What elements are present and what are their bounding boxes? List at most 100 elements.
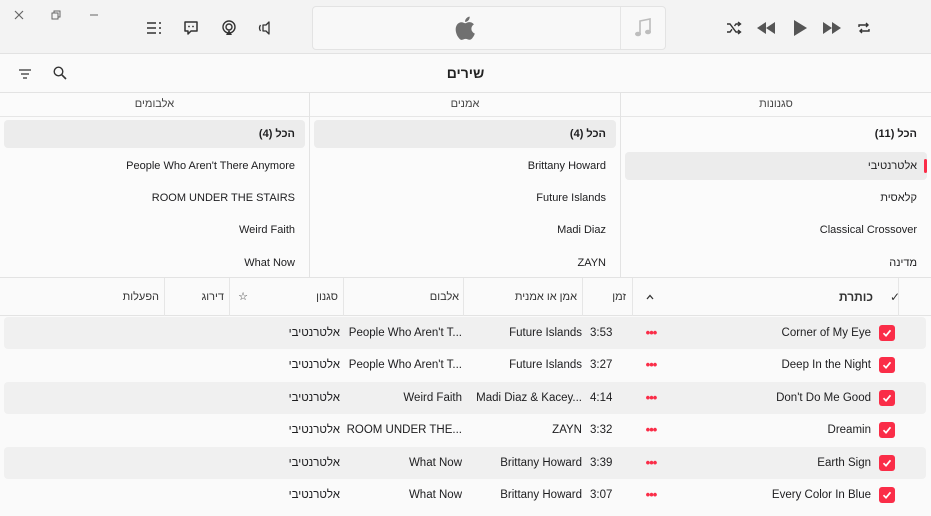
song-checkbox[interactable]	[879, 357, 895, 374]
genres-item-selected[interactable]: אלטרנטיבי	[625, 152, 927, 180]
column-divider	[632, 278, 633, 316]
column-header-title[interactable]: כותרת	[753, 278, 873, 316]
artists-item[interactable]: ZAYN	[314, 249, 616, 277]
song-title: Every Color In Blue	[771, 489, 871, 501]
airplay-icon[interactable]	[216, 15, 242, 41]
song-artist: Brittany Howard	[500, 456, 582, 469]
artists-item[interactable]: Brittany Howard	[314, 152, 616, 180]
song-checkbox[interactable]	[879, 487, 895, 503]
song-artist: Brittany Howard	[500, 489, 582, 501]
song-checkbox[interactable]	[879, 325, 895, 341]
albums-item[interactable]: ROOM UNDER THE STAIRS	[4, 184, 305, 212]
song-title: Corner of My Eye	[781, 327, 871, 339]
song-title: Dreamin	[827, 424, 871, 437]
next-track-icon[interactable]	[819, 15, 845, 41]
song-album: People Who Aren't T...	[348, 359, 462, 372]
more-options-icon[interactable]: •••	[642, 447, 660, 479]
shuffle-icon[interactable]	[721, 15, 747, 41]
songs-table-header: ✓ כותרת זמן אמן או אמנית אלבום סגנון ☆ ד…	[0, 278, 931, 316]
checkmark-icon	[882, 329, 892, 337]
lyrics-icon[interactable]	[178, 15, 204, 41]
column-divider	[582, 278, 583, 316]
song-artist: Future Islands	[509, 327, 582, 339]
more-options-icon[interactable]: •••	[642, 414, 660, 446]
checkmark-icon	[882, 491, 892, 499]
song-album: What Now	[408, 456, 462, 469]
albums-item-all[interactable]: הכל (4)	[4, 120, 305, 148]
music-note-icon	[635, 18, 651, 37]
song-duration: 3:07	[590, 489, 613, 501]
column-header-artist[interactable]: אמן או אמנית	[464, 278, 577, 316]
checkmark-icon	[882, 394, 892, 402]
artists-item-all[interactable]: הכל (4)	[314, 120, 616, 148]
song-duration: 3:27	[590, 359, 613, 372]
checkmark-icon	[882, 459, 892, 467]
more-options-icon[interactable]: •••	[642, 382, 660, 414]
table-row[interactable]: אלטרנטיבי What Now Brittany Howard 3:39 …	[4, 446, 926, 479]
favorite-star-icon[interactable]: ☆	[234, 278, 252, 316]
previous-track-icon[interactable]	[753, 15, 779, 41]
song-album: Weird Faith	[403, 391, 462, 404]
genres-item[interactable]: Classical Crossover	[625, 216, 927, 244]
genres-item[interactable]: מדינה	[625, 249, 927, 277]
song-title: Earth Sign	[817, 456, 871, 469]
page-title: שירים	[446, 65, 485, 81]
song-album: People Who Aren't T...	[348, 327, 462, 339]
song-genre: אלטרנטיבי	[288, 489, 340, 501]
title-bar	[0, 0, 931, 54]
artists-item[interactable]: Madi Diaz	[314, 216, 616, 244]
albums-header: אלבומים	[0, 93, 309, 117]
song-checkbox[interactable]	[879, 454, 895, 471]
song-checkbox[interactable]	[879, 422, 895, 439]
play-icon[interactable]	[787, 15, 813, 41]
song-album: ROOM UNDER THE...	[346, 424, 462, 437]
checkmark-icon	[882, 426, 892, 435]
checkmark-icon	[882, 362, 892, 370]
song-artist: ZAYN	[552, 424, 582, 437]
genres-item-all[interactable]: הכל (11)	[625, 120, 927, 148]
queue-list-icon[interactable]	[141, 15, 167, 41]
apple-logo-icon	[455, 16, 475, 40]
table-row[interactable]: אלטרנטיבי People Who Aren't T... Future …	[4, 349, 926, 381]
more-options-icon[interactable]: •••	[642, 349, 660, 381]
song-duration: 3:39	[590, 456, 613, 469]
albums-item[interactable]: What Now	[4, 249, 305, 277]
album-art-placeholder	[620, 7, 665, 49]
genres-item[interactable]: קלאסית	[625, 184, 927, 212]
restore-window-icon[interactable]	[43, 2, 69, 28]
column-header-genre[interactable]: סגנון	[240, 278, 338, 316]
artists-column: אמנים הכל (4) Brittany Howard Future Isl…	[310, 93, 621, 278]
column-divider	[463, 278, 464, 316]
close-window-icon[interactable]	[6, 2, 32, 28]
column-header-rating[interactable]: דירוג	[168, 278, 224, 316]
repeat-icon[interactable]	[851, 15, 877, 41]
song-artist: Future Islands	[509, 359, 582, 372]
minimize-window-icon[interactable]	[81, 2, 107, 28]
table-row[interactable]: אלטרנטיבי What Now Brittany Howard 3:07 …	[4, 479, 926, 511]
song-title: Deep In the Night	[781, 359, 871, 372]
albums-item[interactable]: Weird Faith	[4, 216, 305, 244]
column-header-time[interactable]: זמן	[586, 278, 626, 316]
genres-column: סגנונות הכל (11) אלטרנטיבי קלאסית Classi…	[621, 93, 931, 278]
song-duration: 4:14	[590, 391, 613, 404]
column-header-plays[interactable]: הפעלות	[80, 278, 159, 316]
sort-ascending-icon[interactable]	[645, 278, 659, 316]
column-header-album[interactable]: אלבום	[344, 278, 459, 316]
song-checkbox[interactable]	[879, 389, 895, 406]
column-divider	[898, 278, 899, 316]
table-row[interactable]: אלטרנטיבי ROOM UNDER THE... ZAYN 3:32 ••…	[4, 414, 926, 446]
more-options-icon[interactable]: •••	[642, 317, 660, 349]
song-artist: Madi Diaz & Kacey...	[476, 391, 582, 404]
more-options-icon[interactable]: •••	[642, 479, 660, 511]
table-row[interactable]: אלטרנטיבי People Who Aren't T... Future …	[4, 317, 926, 349]
song-genre: אלטרנטיבי	[288, 424, 340, 437]
column-header-check[interactable]: ✓	[888, 278, 902, 316]
genres-header: סגנונות	[621, 93, 931, 117]
albums-item[interactable]: People Who Aren't There Anymore	[4, 152, 305, 180]
song-genre: אלטרנטיבי	[288, 327, 340, 339]
artists-item[interactable]: Future Islands	[314, 184, 616, 212]
audio-output-icon[interactable]	[252, 15, 278, 41]
column-divider	[164, 278, 165, 316]
table-row[interactable]: אלטרנטיבי Weird Faith Madi Diaz & Kacey.…	[4, 381, 926, 414]
song-duration: 3:53	[590, 327, 613, 339]
